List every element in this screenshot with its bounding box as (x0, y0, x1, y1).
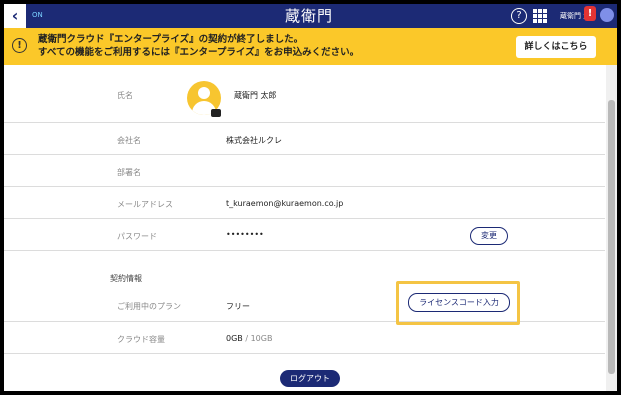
password-label: パスワード (117, 232, 157, 241)
storage-total: / 10GB (242, 334, 273, 343)
company-row: 会社名 株式会社ルクレ (4, 123, 605, 155)
storage-used: 0GB (226, 334, 243, 343)
logout-button[interactable]: ログアウト (280, 370, 340, 387)
banner-line-2: すべての機能をご利用するには『エンタープライズ』をお申込みください。 (38, 47, 360, 58)
name-value: 蔵衛門 太郎 (234, 91, 277, 100)
department-row: 部署名 (4, 155, 605, 187)
details-button[interactable]: 詳しくはこちら (516, 36, 596, 58)
email-row: メールアドレス t_kuraemon@kuraemon.co.jp (4, 187, 605, 219)
alert-icon: ! (12, 38, 27, 53)
scrollbar-thumb[interactable] (608, 100, 615, 374)
plan-value: フリー (226, 302, 250, 311)
banner-line-1: 蔵衛門クラウド『エンタープライズ』の契約が終了しました。 (38, 34, 304, 45)
license-code-button[interactable]: ライセンスコード入力 (408, 293, 510, 312)
name-row: 氏名 蔵衛門 太郎 (4, 65, 605, 123)
app-window: ‹ ON 蔵衛門 ? 蔵衛門 太 ! ! 蔵衛門クラウド『エンタープライズ』の契… (4, 4, 617, 391)
change-password-button[interactable]: 変更 (470, 227, 508, 245)
top-bar: ‹ ON 蔵衛門 ? 蔵衛門 太 ! (4, 4, 617, 28)
company-label: 会社名 (117, 136, 141, 145)
scrollbar[interactable] (606, 65, 617, 391)
password-row: パスワード •••••••• (4, 219, 605, 251)
contract-section-title: 契約情報 (110, 274, 142, 283)
email-value: t_kuraemon@kuraemon.co.jp (226, 199, 344, 208)
contract-ended-banner: ! 蔵衛門クラウド『エンタープライズ』の契約が終了しました。 すべての機能をご利… (4, 28, 617, 65)
app-grid-icon[interactable] (532, 8, 548, 24)
notification-icon[interactable]: ! (584, 6, 596, 21)
app-logo: 蔵衛門 (284, 7, 333, 25)
camera-icon[interactable] (211, 109, 221, 117)
help-icon[interactable]: ? (511, 8, 527, 24)
account-settings: 氏名 蔵衛門 太郎 会社名 株式会社ルクレ 部署名 メールアドレス t_kura… (4, 65, 605, 391)
storage-row: クラウド容量 0GB / 10GB (4, 322, 605, 354)
password-value: •••••••• (226, 230, 264, 239)
storage-label: クラウド容量 (117, 335, 165, 344)
plan-label: ご利用中のプラン (117, 302, 181, 311)
company-value: 株式会社ルクレ (226, 136, 282, 145)
department-label: 部署名 (117, 168, 141, 177)
banner-message: 蔵衛門クラウド『エンタープライズ』の契約が終了しました。 すべての機能をご利用す… (38, 33, 359, 59)
storage-value: 0GB / 10GB (226, 334, 272, 343)
name-label: 氏名 (117, 91, 133, 100)
back-icon[interactable]: ‹ (4, 4, 26, 28)
email-label: メールアドレス (117, 200, 173, 209)
chat-icon[interactable] (600, 8, 614, 22)
on-badge: ON (32, 11, 43, 19)
